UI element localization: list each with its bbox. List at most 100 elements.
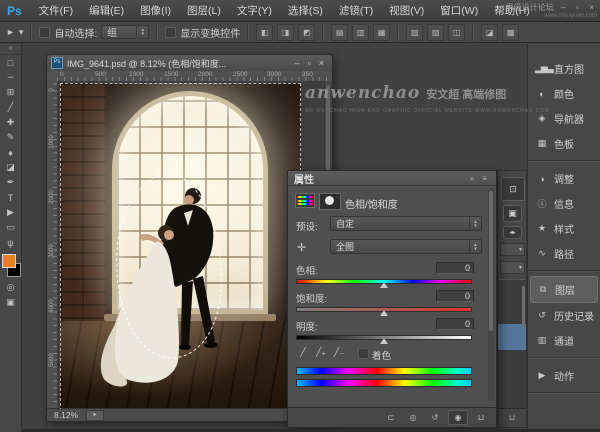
shape-tool-icon[interactable]: ▭	[0, 220, 21, 235]
eyedropper-sample-icon[interactable]: ╱	[296, 347, 310, 358]
clip-to-layer-icon[interactable]: ⊏	[382, 411, 400, 424]
dock-item-swatches[interactable]: ▦ 色板	[528, 131, 600, 156]
panel-collapse-icon[interactable]: »	[470, 174, 477, 183]
menu-select[interactable]: 选择(S)	[280, 3, 331, 18]
collapsed-panel-tile-icon[interactable]: ⊡	[501, 177, 525, 201]
photo-canvas[interactable]	[60, 83, 301, 409]
dock-item-channels[interactable]: ▥ 通道	[528, 328, 600, 353]
zoom-level-value[interactable]: 8.12%	[54, 410, 78, 420]
lightness-slider-thumb[interactable]	[380, 338, 388, 344]
reset-adjustment-icon[interactable]: ↺	[426, 411, 444, 424]
type-tool-icon[interactable]: T	[0, 190, 21, 205]
auto-align-layers-icon[interactable]: ▩	[502, 24, 519, 41]
preset-dropdown[interactable]: 自定 ▴▾	[330, 216, 482, 231]
distribute-bottom-icon[interactable]: ◫	[448, 24, 465, 41]
saturation-value-field[interactable]: 0	[436, 290, 474, 302]
doc-close-icon[interactable]: ×	[315, 58, 328, 68]
doc-minimize-icon[interactable]: –	[291, 58, 304, 68]
menu-filter[interactable]: 滤镜(T)	[331, 3, 381, 18]
distribute-vertical-icon[interactable]: ▨	[427, 24, 444, 41]
auto-select-checkbox[interactable]	[39, 27, 50, 38]
hand-tool-icon[interactable]: ψ	[0, 235, 21, 250]
foreground-color-swatch[interactable]	[2, 254, 16, 268]
dock-item-layers[interactable]: ⧉ 图层	[530, 276, 598, 303]
dock-item-info[interactable]: ⓘ 信息	[528, 191, 600, 216]
eyedropper-add-icon[interactable]: ╱₊	[314, 347, 328, 358]
menu-edit[interactable]: 编辑(E)	[81, 3, 132, 18]
panel-menu-icon[interactable]: ≡	[482, 174, 490, 183]
dock-item-actions[interactable]: ▶ 动作	[528, 363, 600, 388]
menu-type[interactable]: 文字(Y)	[229, 3, 280, 18]
menu-window[interactable]: 窗口(W)	[432, 3, 486, 18]
doc-restore-icon[interactable]: ▫	[304, 58, 315, 68]
dock-item-history[interactable]: ↺ 历史记录	[528, 303, 600, 328]
lightness-value-field[interactable]: 0	[436, 318, 474, 330]
restore-icon[interactable]: ▫	[573, 3, 582, 12]
menu-image[interactable]: 图像(I)	[132, 3, 179, 18]
psd-file-icon: Ps	[51, 57, 63, 69]
distribute-left-icon[interactable]: ◪	[481, 24, 498, 41]
show-transform-checkbox[interactable]	[165, 27, 176, 38]
colorize-checkbox[interactable]	[358, 348, 369, 359]
lasso-tool-icon[interactable]: ∽	[0, 70, 21, 85]
selected-layer-row[interactable]	[498, 324, 526, 350]
canvas-area[interactable]	[57, 81, 325, 409]
hue-value-field[interactable]: 0	[436, 262, 474, 274]
align-left-edges-icon[interactable]: ▤	[331, 24, 348, 41]
marquee-tool-icon[interactable]: □	[0, 55, 21, 70]
dock-item-histogram[interactable]: ▂▅▃ 直方图	[528, 56, 600, 81]
menu-view[interactable]: 视图(V)	[381, 3, 432, 18]
auto-select-target-dropdown[interactable]: 组 ▴▾	[101, 25, 149, 39]
channel-dropdown[interactable]: 全图 ▴▾	[330, 239, 482, 254]
eyedropper-subtract-icon[interactable]: ╱₋	[332, 347, 346, 358]
pen-tool-icon[interactable]: ✒	[0, 175, 21, 190]
saturation-slider-thumb[interactable]	[380, 310, 388, 316]
panel-mini-arrows-icon[interactable]: ◂▸	[503, 226, 522, 239]
healing-brush-tool-icon[interactable]: ✚	[0, 115, 21, 130]
crop-tool-icon[interactable]: ⊞	[0, 85, 21, 100]
blend-mode-dropdown[interactable]: ▾	[500, 243, 525, 256]
layers-scrollbar-thumb[interactable]	[522, 286, 525, 328]
status-options-icon[interactable]: ▸	[86, 410, 104, 421]
hue-slider-thumb[interactable]	[380, 282, 388, 288]
layer-list[interactable]	[498, 279, 526, 408]
brush-tool-icon[interactable]: ✎	[0, 130, 21, 145]
properties-scrollbar[interactable]	[488, 189, 494, 401]
view-previous-state-icon[interactable]: ◎	[404, 411, 422, 424]
align-top-edges-icon[interactable]: ◧	[256, 24, 273, 41]
opacity-dropdown[interactable]: ▾	[500, 261, 525, 274]
dock-item-adjustments[interactable]: ◑ 调整	[528, 166, 600, 191]
dock-item-styles[interactable]: ★ 样式	[528, 216, 600, 241]
collapse-panel-icon[interactable]: «	[0, 44, 21, 55]
toggle-visibility-icon[interactable]: ◉	[448, 410, 468, 425]
path-selection-tool-icon[interactable]: ▶	[0, 205, 21, 220]
delete-adjustment-icon[interactable]: ⊔	[472, 411, 490, 424]
layers-bottom-bar[interactable]: ⊔	[498, 408, 526, 427]
align-horizontal-centers-icon[interactable]: ▥	[352, 24, 369, 41]
distribute-top-icon[interactable]: ▧	[406, 24, 423, 41]
align-right-edges-icon[interactable]: ▦	[373, 24, 390, 41]
quick-mask-icon[interactable]: ◎	[0, 280, 21, 295]
layer-mask-icon[interactable]	[319, 193, 341, 210]
hue-ramp-after	[296, 379, 472, 387]
collapsed-panel-tile-icon[interactable]: ▣	[503, 205, 522, 222]
properties-header[interactable]: 属性 » ≡	[288, 171, 496, 186]
dropdown-arrows-icon: ▴▾	[469, 240, 481, 253]
menu-file[interactable]: 文件(F)	[31, 3, 81, 18]
move-tool-icon[interactable]: ►	[6, 27, 15, 37]
screen-mode-icon[interactable]: ▣	[0, 295, 21, 310]
align-bottom-edges-icon[interactable]: ◩	[298, 24, 315, 41]
align-vertical-centers-icon[interactable]: ◨	[277, 24, 294, 41]
tool-preset-dropdown-icon[interactable]: ▾	[19, 27, 24, 38]
dock-item-paths[interactable]: ∿ 路径	[528, 241, 600, 266]
eraser-tool-icon[interactable]: ◪	[0, 160, 21, 175]
paths-icon: ∿	[535, 248, 548, 259]
close-icon[interactable]: ×	[586, 3, 597, 12]
clone-stamp-tool-icon[interactable]: ♦	[0, 145, 21, 160]
menu-layer[interactable]: 图层(L)	[179, 3, 229, 18]
document-title-bar[interactable]: Ps IMG_9641.psd @ 8.12% (色相/饱和度... – ▫ ×	[47, 55, 332, 72]
minimize-icon[interactable]: –	[558, 3, 568, 12]
targeted-adjustment-icon[interactable]: ✛	[297, 241, 306, 254]
eyedropper-tool-icon[interactable]: ╱	[0, 100, 21, 115]
scrollbar-thumb[interactable]	[489, 191, 493, 331]
